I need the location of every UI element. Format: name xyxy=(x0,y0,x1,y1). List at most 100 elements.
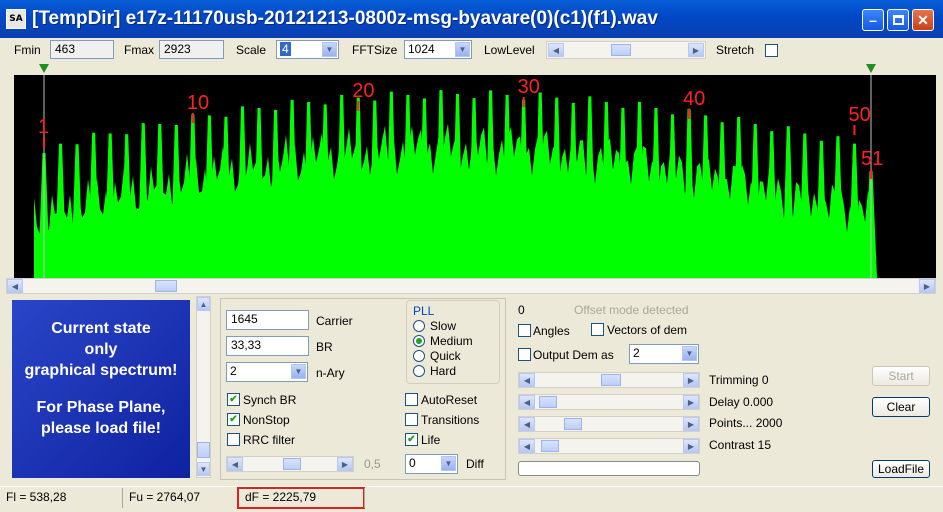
stretch-label: Stretch xyxy=(716,43,755,57)
output-dem-select[interactable]: 2 ▼ xyxy=(629,344,699,364)
arrow-right-icon[interactable]: ▶ xyxy=(683,395,699,409)
transitions-checkbox[interactable] xyxy=(405,413,418,426)
lowlevel-thumb[interactable] xyxy=(611,44,631,56)
fftsize-label: FFTSize xyxy=(352,43,398,57)
output-dem-value: 2 xyxy=(633,346,640,360)
spectrum-marker-label: 40 xyxy=(683,88,705,110)
chevron-down-icon[interactable]: ▼ xyxy=(455,42,470,57)
nonstop-label: NonStop xyxy=(243,413,290,427)
carrier-field[interactable]: 1645 xyxy=(226,310,309,330)
delay-slider[interactable]: ◀ ▶ xyxy=(518,394,700,410)
trimming-thumb[interactable] xyxy=(601,374,621,386)
points-slider[interactable]: ◀ ▶ xyxy=(518,416,700,432)
pll-medium-radio[interactable] xyxy=(413,335,425,347)
left-marker-handle[interactable] xyxy=(39,64,49,73)
scale-select[interactable]: 4 ▼ xyxy=(276,40,339,59)
arrow-left-icon[interactable]: ◀ xyxy=(519,373,535,387)
fmax-label: Fmax xyxy=(124,43,154,57)
arrow-right-icon[interactable]: ▶ xyxy=(683,439,699,453)
minimize-icon: – xyxy=(869,12,877,28)
app-icon[interactable]: SA xyxy=(6,9,26,29)
minimize-button[interactable]: – xyxy=(862,9,884,31)
spectrum-scrollbar[interactable]: ◀ ▶ xyxy=(6,278,936,294)
trimming-label: Trimming 0 xyxy=(709,373,769,387)
diff-select[interactable]: 0 ▼ xyxy=(405,454,458,474)
life-checkbox[interactable]: ✔ xyxy=(405,433,418,446)
chevron-down-icon[interactable]: ▼ xyxy=(322,42,337,57)
spectrum-peak xyxy=(71,144,84,278)
synch-br-checkbox[interactable]: ✔ xyxy=(227,393,240,406)
arrow-left-icon[interactable]: ◀ xyxy=(548,43,564,57)
rrc-slider-thumb[interactable] xyxy=(283,458,301,470)
arrow-left-icon[interactable]: ◀ xyxy=(227,457,243,471)
info-scroll-thumb[interactable] xyxy=(197,442,210,458)
output-dem-label: Output Dem as xyxy=(533,348,614,362)
pll-quick-radio[interactable] xyxy=(413,350,425,362)
br-label: BR xyxy=(316,340,333,354)
nary-value: 2 xyxy=(230,364,237,378)
pll-hard-radio[interactable] xyxy=(413,365,425,377)
nonstop-checkbox[interactable]: ✔ xyxy=(227,413,240,426)
diff-value: 0 xyxy=(409,456,416,470)
pll-slow-radio[interactable] xyxy=(413,320,425,332)
loadfile-button[interactable]: LoadFile xyxy=(872,460,930,478)
info-line: graphical spectrum! xyxy=(24,362,178,379)
arrow-left-icon[interactable]: ◀ xyxy=(7,279,23,293)
close-button[interactable]: ✕ xyxy=(912,9,934,31)
arrow-right-icon[interactable]: ▶ xyxy=(919,279,935,293)
lowlevel-label: LowLevel xyxy=(484,43,535,57)
pll-hard-label: Hard xyxy=(430,364,457,378)
start-button[interactable]: Start xyxy=(872,366,930,386)
spectrum-display[interactable]: 1 10 20 30 40 50 51 xyxy=(14,75,936,278)
toolbar: Fmin 463 Fmax 2923 Scale 4 ▼ FFTSize 102… xyxy=(0,38,943,63)
trimming-slider[interactable]: ◀ ▶ xyxy=(518,372,700,388)
arrow-down-icon[interactable]: ▼ xyxy=(197,462,210,476)
scroll-thumb[interactable] xyxy=(155,280,177,292)
contrast-thumb[interactable] xyxy=(541,440,559,452)
nary-select[interactable]: 2 ▼ xyxy=(226,362,308,382)
fmin-field[interactable]: 463 xyxy=(50,40,114,59)
chevron-down-icon[interactable]: ▼ xyxy=(441,456,456,471)
angles-label: Angles xyxy=(533,324,570,338)
arrow-left-icon[interactable]: ◀ xyxy=(519,417,535,431)
arrow-left-icon[interactable]: ◀ xyxy=(519,439,535,453)
rrc-filter-label: RRC filter xyxy=(243,433,296,447)
arrow-up-icon[interactable]: ▲ xyxy=(197,297,210,311)
br-field[interactable]: 33,33 xyxy=(226,336,309,356)
stretch-checkbox[interactable] xyxy=(765,44,778,57)
maximize-icon xyxy=(892,15,904,25)
pll-quick-label: Quick xyxy=(430,349,461,363)
arrow-left-icon[interactable]: ◀ xyxy=(519,395,535,409)
offset-value: 0 xyxy=(518,303,525,317)
angles-checkbox[interactable] xyxy=(518,324,531,337)
arrow-right-icon[interactable]: ▶ xyxy=(337,457,353,471)
pll-title: PLL xyxy=(413,304,435,318)
points-thumb[interactable] xyxy=(564,418,582,430)
chevron-down-icon[interactable]: ▼ xyxy=(291,364,306,379)
output-dem-checkbox[interactable] xyxy=(518,348,531,361)
info-line: Current state xyxy=(51,320,151,337)
scale-label: Scale xyxy=(236,43,267,57)
rrc-slider[interactable]: ◀ ▶ xyxy=(226,456,354,472)
delay-thumb[interactable] xyxy=(539,396,557,408)
chevron-down-icon[interactable]: ▼ xyxy=(682,346,697,361)
info-scrollbar[interactable]: ▲ ▼ xyxy=(196,296,211,478)
contrast-slider[interactable]: ◀ ▶ xyxy=(518,438,700,454)
vectors-checkbox[interactable] xyxy=(591,323,604,336)
right-marker-handle[interactable] xyxy=(866,64,876,73)
maximize-button[interactable] xyxy=(887,9,909,31)
fmax-field[interactable]: 2923 xyxy=(159,40,224,59)
arrow-right-icon[interactable]: ▶ xyxy=(683,417,699,431)
arrow-right-icon[interactable]: ▶ xyxy=(683,373,699,387)
clear-button[interactable]: Clear xyxy=(872,397,930,417)
lowlevel-slider[interactable]: ◀ ▶ xyxy=(546,41,706,59)
spectrum-peak xyxy=(54,143,67,278)
autoreset-checkbox[interactable] xyxy=(405,393,418,406)
arrow-right-icon[interactable]: ▶ xyxy=(688,43,704,57)
fftsize-select[interactable]: 1024 ▼ xyxy=(404,40,472,59)
fftsize-value: 1024 xyxy=(408,42,435,56)
rrc-filter-checkbox[interactable] xyxy=(227,433,240,446)
status-fl: Fl = 538,28 xyxy=(6,490,67,504)
transitions-label: Transitions xyxy=(421,413,480,427)
status-empty xyxy=(364,488,943,508)
